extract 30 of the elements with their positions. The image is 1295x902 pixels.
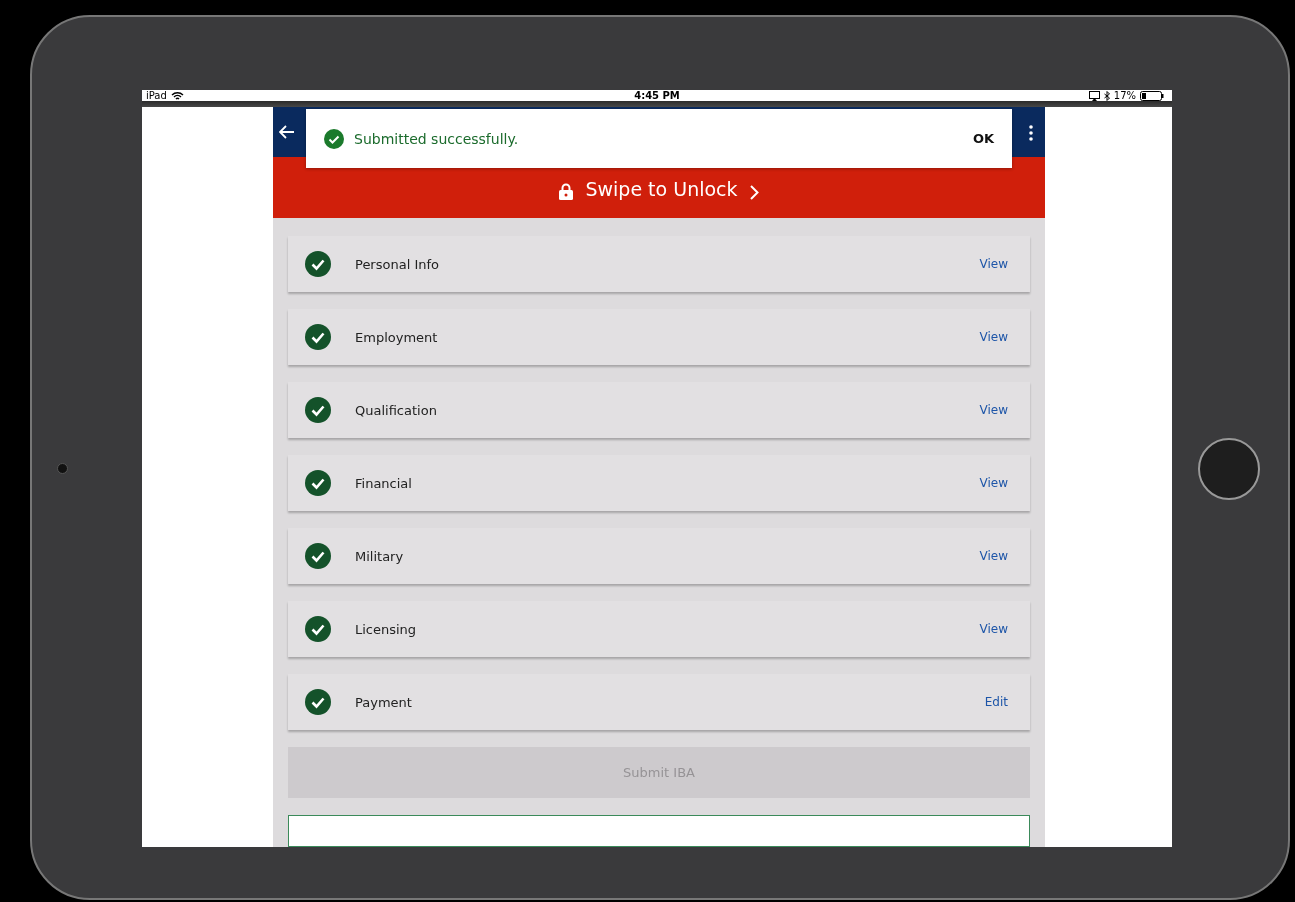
bluetooth-icon (1103, 90, 1110, 101)
back-arrow-icon[interactable] (279, 125, 295, 139)
section-title: Licensing (355, 621, 418, 637)
section-title: Employment (355, 329, 439, 345)
wifi-icon (170, 90, 184, 101)
section-title: Military (355, 548, 405, 564)
toast-message: Submitted successfully. (354, 130, 520, 147)
section-title: Personal Info (355, 256, 440, 272)
ok-button[interactable]: OK (972, 131, 994, 146)
section-action-link[interactable]: View (979, 549, 1008, 563)
section-title: Qualification (355, 402, 438, 418)
section-action-link[interactable]: Edit (984, 695, 1008, 709)
battery-percent: 17% (1113, 90, 1136, 101)
section-action-link[interactable]: View (979, 257, 1008, 271)
chevron-right-icon (749, 185, 759, 200)
section-action-link[interactable]: View (979, 403, 1008, 417)
more-menu-icon[interactable] (1029, 125, 1033, 141)
success-check-icon (324, 128, 344, 149)
battery-icon (1140, 90, 1164, 101)
device-name: iPad (146, 90, 167, 101)
swipe-unlock-label: Swipe to Unlock (585, 178, 738, 200)
section-title: Payment (355, 694, 413, 710)
section-action-link[interactable]: View (979, 476, 1008, 490)
section-title: Financial (355, 475, 413, 491)
screen-mirror-icon (1088, 90, 1100, 101)
camera-icon (56, 463, 68, 474)
lock-icon (559, 183, 574, 200)
section-action-link[interactable]: View (979, 330, 1008, 344)
status-time: 4:45 PM (634, 90, 680, 101)
section-action-link[interactable]: View (979, 622, 1008, 636)
